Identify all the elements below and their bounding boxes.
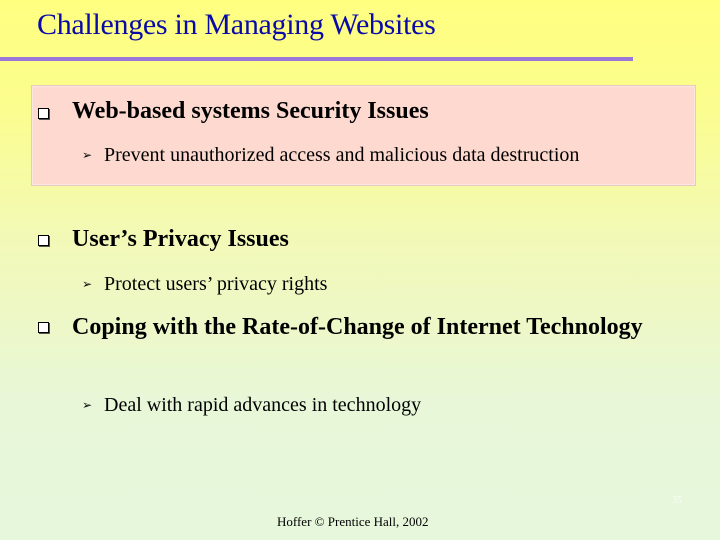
page-number: 35 [672,495,682,506]
arrow-bullet-icon: ➢ [82,398,93,412]
title-underline [0,57,633,61]
slide-title: Challenges in Managing Websites [37,8,436,41]
sub-bullet: Deal with rapid advances in technology [104,394,422,416]
footer-copyright: Hoffer © Prentice Hall, 2002 [277,514,429,529]
square-bullet-icon [38,322,49,333]
arrow-bullet-icon: ➢ [82,277,93,291]
sub-bullet: Protect users’ privacy rights [104,273,328,295]
sub-bullet: Prevent unauthorized access and maliciou… [104,144,580,166]
bullet-heading: Coping with the Rate-of-Change of Intern… [72,314,643,340]
square-bullet-icon [38,235,49,246]
square-bullet-icon [38,108,49,119]
bullet-heading: Web-based systems Security Issues [72,98,429,124]
arrow-bullet-icon: ➢ [82,148,93,162]
bullet-heading: User’s Privacy Issues [72,226,289,252]
